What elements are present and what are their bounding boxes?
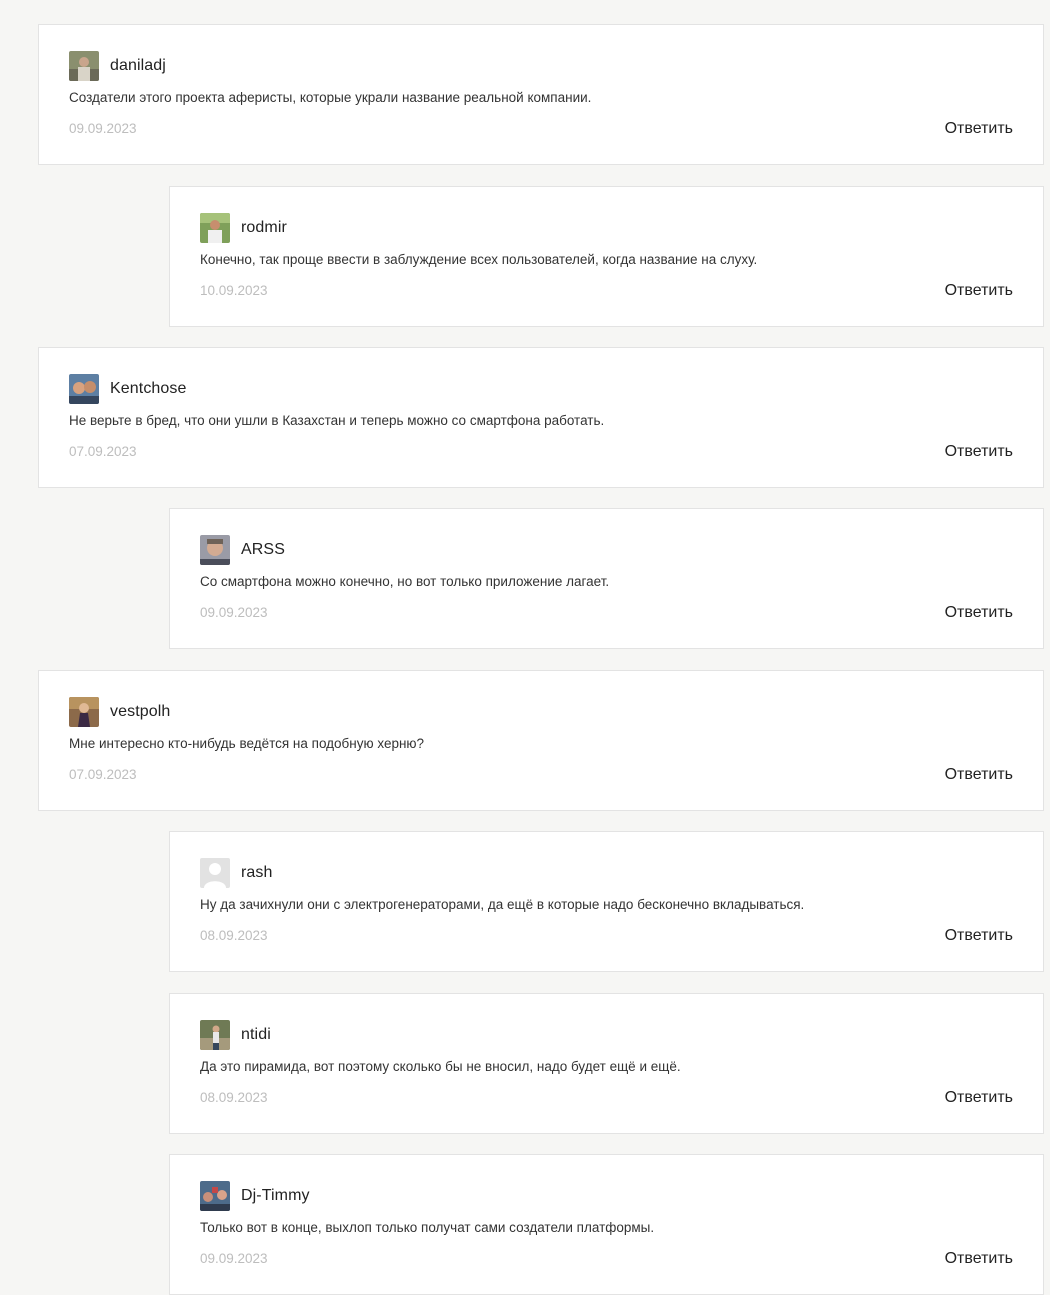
reply-button[interactable]: Ответить (945, 604, 1013, 622)
reply-button[interactable]: Ответить (945, 282, 1013, 300)
comment-item: rodmir Конечно, так проще ввести в заблу… (169, 186, 1044, 327)
comment-author[interactable]: rodmir (241, 219, 287, 237)
comment-header: daniladj (69, 51, 166, 81)
comment-date: 08.09.2023 (200, 928, 268, 943)
comment-header: Dj-Timmy (200, 1181, 310, 1211)
comment-date: 10.09.2023 (200, 283, 268, 298)
comments-list: daniladj Создатели этого проекта аферист… (0, 0, 1050, 1295)
comment-item: vestpolh Мне интересно кто-нибудь ведётс… (38, 670, 1044, 811)
reply-button[interactable]: Ответить (945, 766, 1013, 784)
reply-button[interactable]: Ответить (945, 1089, 1013, 1107)
reply-button[interactable]: Ответить (945, 927, 1013, 945)
comment-item: daniladj Создатели этого проекта аферист… (38, 24, 1044, 165)
reply-button[interactable]: Ответить (945, 120, 1013, 138)
reply-button[interactable]: Ответить (945, 443, 1013, 461)
comment-item: rash Ну да зачихнули они с электрогенера… (169, 831, 1044, 972)
comment-date: 08.09.2023 (200, 1090, 268, 1105)
avatar (200, 535, 230, 565)
comment-item: ntidi Да это пирамида, вот поэтому сколь… (169, 993, 1044, 1134)
comment-text: Не верьте в бред, что они ушли в Казахст… (69, 413, 605, 428)
comment-header: rodmir (200, 213, 287, 243)
comment-date: 09.09.2023 (69, 121, 137, 136)
comment-header: ARSS (200, 535, 285, 565)
avatar (69, 51, 99, 81)
comment-date: 09.09.2023 (200, 605, 268, 620)
comment-author[interactable]: ntidi (241, 1026, 271, 1044)
comment-text: Со смартфона можно конечно, но вот тольк… (200, 574, 610, 589)
avatar (200, 1020, 230, 1050)
avatar (200, 213, 230, 243)
comment-text: Конечно, так проще ввести в заблуждение … (200, 252, 758, 267)
avatar (69, 374, 99, 404)
avatar (200, 858, 230, 888)
avatar (69, 697, 99, 727)
avatar (200, 1181, 230, 1211)
comment-text: Ну да зачихнули они с электрогенераторам… (200, 897, 805, 912)
comment-author[interactable]: Kentchose (110, 380, 187, 398)
comment-author[interactable]: ARSS (241, 541, 285, 559)
comment-date: 07.09.2023 (69, 767, 137, 782)
comment-header: ntidi (200, 1020, 271, 1050)
comment-item: Kentchose Не верьте в бред, что они ушли… (38, 347, 1044, 488)
comment-author[interactable]: daniladj (110, 57, 166, 75)
comment-text: Да это пирамида, вот поэтому сколько бы … (200, 1059, 681, 1074)
comment-header: Kentchose (69, 374, 187, 404)
comment-header: rash (200, 858, 273, 888)
comment-text: Мне интересно кто-нибудь ведётся на подо… (69, 736, 425, 751)
comment-header: vestpolh (69, 697, 170, 727)
comment-item: Dj-Timmy Только вот в конце, выхлоп толь… (169, 1154, 1044, 1295)
comment-author[interactable]: Dj-Timmy (241, 1187, 310, 1205)
comment-author[interactable]: vestpolh (110, 703, 170, 721)
comment-item: ARSS Со смартфона можно конечно, но вот … (169, 508, 1044, 649)
comment-text: Создатели этого проекта аферисты, которы… (69, 90, 592, 105)
comment-author[interactable]: rash (241, 864, 273, 882)
reply-button[interactable]: Ответить (945, 1250, 1013, 1268)
comment-date: 09.09.2023 (200, 1251, 268, 1266)
comment-date: 07.09.2023 (69, 444, 137, 459)
comment-text: Только вот в конце, выхлоп только получа… (200, 1220, 655, 1235)
